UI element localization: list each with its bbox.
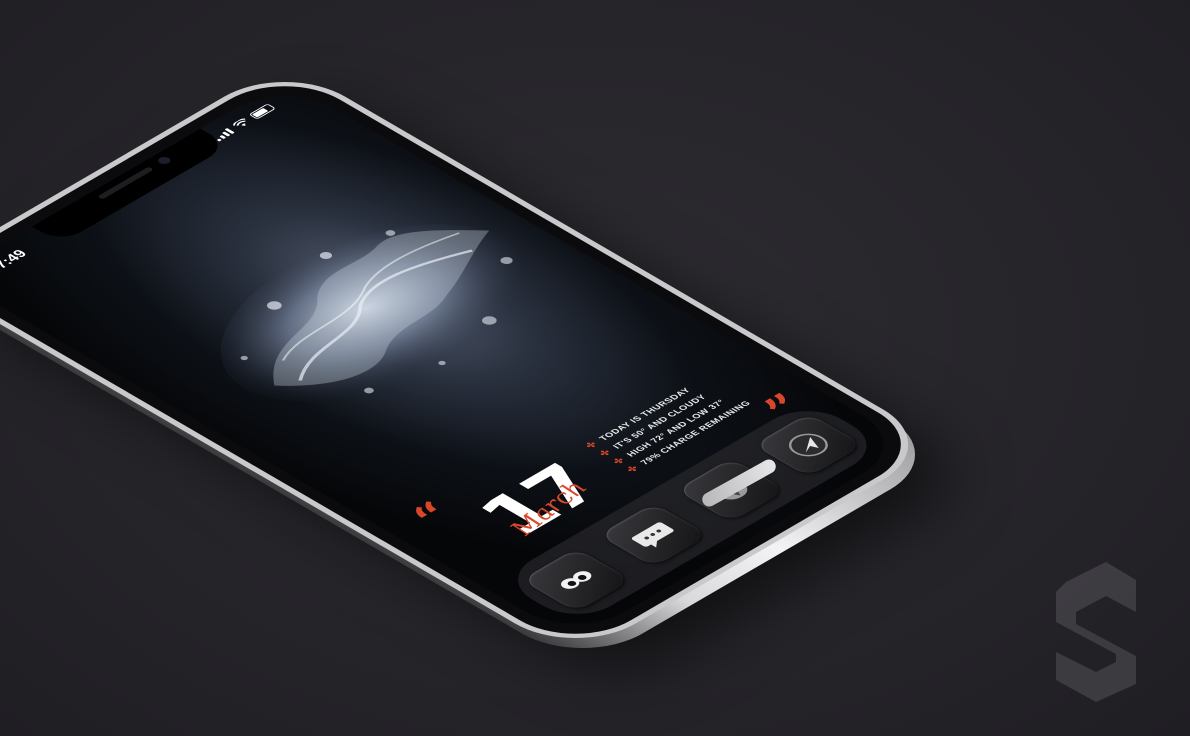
brand-logo-icon: [1056, 562, 1136, 702]
scene: 7:49 “ 17 March ✣ TODAY IS THURSDAY ✣ IT…: [0, 0, 1190, 736]
speaker-grille: [97, 166, 154, 200]
notch: [31, 128, 230, 244]
app-eyes[interactable]: [521, 548, 632, 612]
eyes-icon: [561, 571, 592, 589]
cross-bullet-icon: ✣: [624, 464, 642, 474]
message-icon: [631, 522, 674, 548]
status-icons: [211, 103, 277, 142]
battery-icon: [248, 103, 277, 120]
front-camera: [155, 155, 173, 166]
home-screen: 7:49 “ 17 March ✣ TODAY IS THURSDAY ✣ IT…: [0, 79, 913, 641]
app-messages[interactable]: [598, 503, 709, 567]
status-time: 7:49: [0, 247, 31, 271]
cellular-signal-icon: [211, 127, 235, 142]
navigation-icon: [788, 433, 828, 457]
wifi-icon: [233, 118, 246, 126]
phone-body: 7:49 “ 17 March ✣ TODAY IS THURSDAY ✣ IT…: [0, 61, 944, 659]
